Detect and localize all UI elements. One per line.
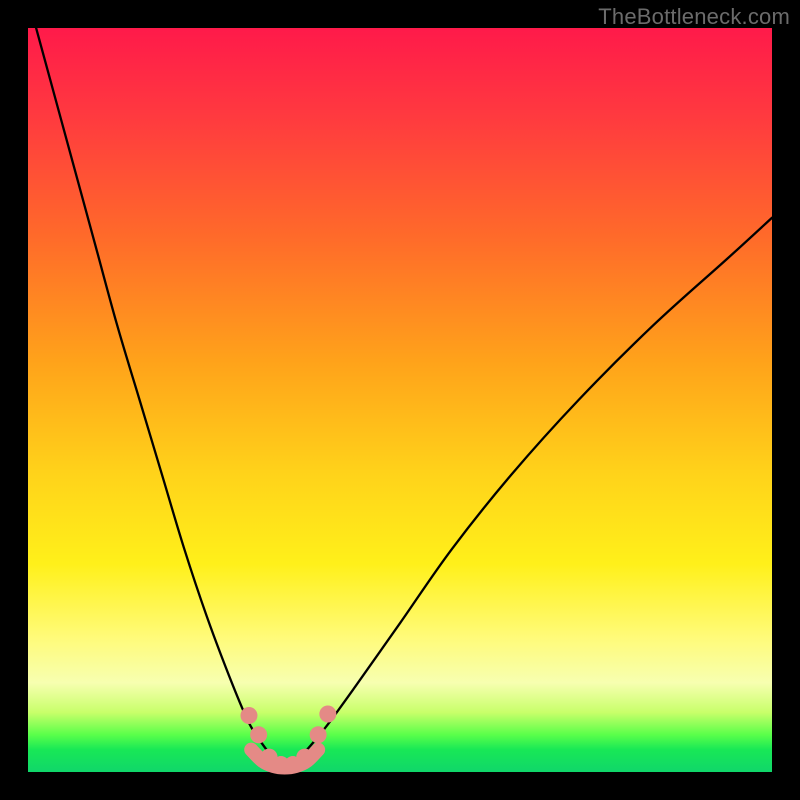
curve-right-branch (296, 218, 772, 761)
pink-marker-left-lower (250, 726, 267, 743)
outer-frame: TheBottleneck.com (0, 0, 800, 800)
plot-area (28, 28, 772, 772)
marker-group (240, 705, 336, 773)
pink-marker-right-lower (310, 726, 327, 743)
curve-left-branch (28, 0, 281, 761)
curve-layer (28, 28, 772, 772)
curve-group (28, 0, 772, 761)
watermark-text: TheBottleneck.com (598, 4, 790, 30)
pink-marker-right-upper (319, 705, 336, 722)
pink-marker-valley-4 (296, 749, 313, 766)
pink-marker-left-upper (240, 707, 257, 724)
